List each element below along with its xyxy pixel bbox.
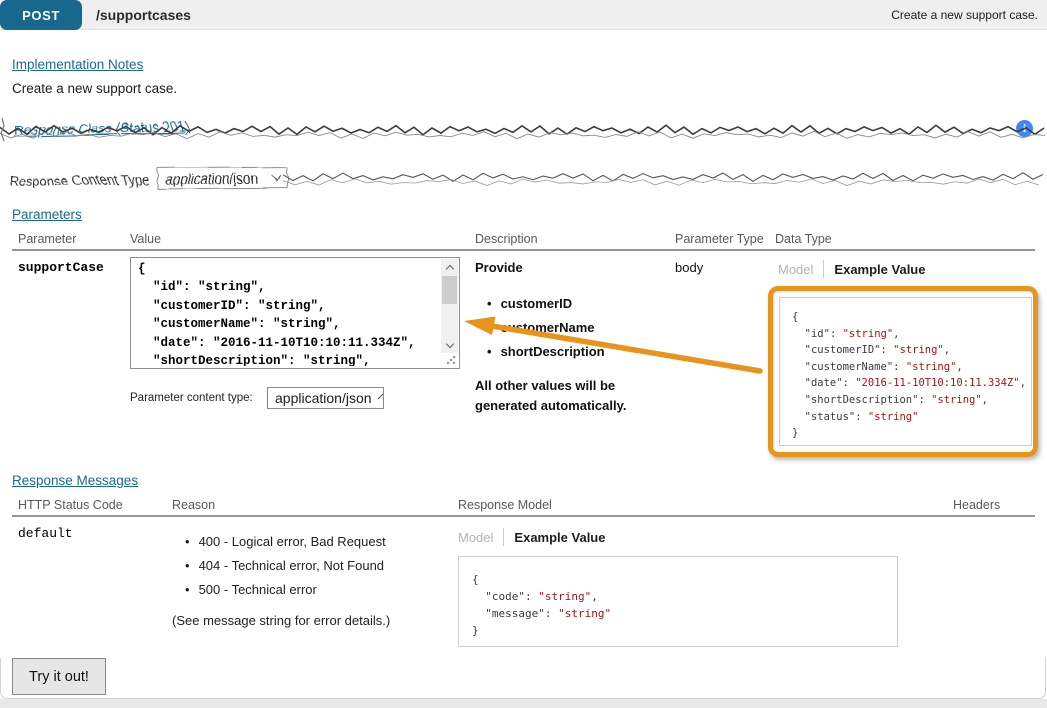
response-class-link[interactable]: Response Class (Status 201) [14,119,190,137]
parameter-type-value: body [675,260,703,275]
description-bullet: • shortDescription [487,344,605,359]
parameter-name-supportcase: supportCase [18,260,104,275]
operation-summary: Create a new support case. [891,8,1038,22]
endpoint-path[interactable]: /supportcases [96,7,191,23]
supportcase-value-text: { "id": "string", "customerID": "string"… [138,260,439,366]
reason-note: (See message string for error details.) [172,613,390,628]
col-data-type: Data Type [775,232,832,246]
bullet-icon: • [185,558,190,573]
resize-grip-icon[interactable] [446,355,456,365]
textarea-scrollbar[interactable] [441,259,458,353]
response-model-json-box: { "code": "string", "message": "string"} [458,556,898,647]
reason-item: • 404 - Technical error, Not Found [185,558,384,573]
scroll-down-icon[interactable] [441,337,458,353]
swagger-operation-page: POST /supportcases Create a new support … [0,0,1047,708]
response-messages-link[interactable]: Response Messages [12,473,138,488]
tab-example-value[interactable]: Example Value [834,262,925,277]
tab-example-value[interactable]: Example Value [514,530,605,545]
description-note: All other values will be generated autom… [475,376,645,416]
http-method-badge[interactable]: POST [0,0,82,30]
page-footer [0,699,1047,708]
response-model-tabs: Model Example Value [458,528,605,546]
params-header-rule [12,249,1035,251]
implementation-notes-text: Create a new support case. [12,81,177,96]
parameters-link[interactable]: Parameters [12,207,82,222]
chevron-down-icon [377,393,383,399]
col-reason: Reason [172,498,215,512]
example-value-json-box: { "id": "string", "customerID": "string"… [779,297,1032,446]
parameter-content-type-select[interactable]: application/json [267,387,384,409]
parameter-content-type-value: application/json [275,390,372,406]
reason-item: • 400 - Logical error, Bad Request [185,534,386,549]
description-intro: Provide [475,260,523,275]
data-type-tabs: Model Example Value [778,260,925,278]
chevron-down-icon [272,171,282,181]
description-bullet: • customerID [487,296,572,311]
tab-model[interactable]: Model [778,262,813,277]
status-code-default: default [18,526,73,541]
scroll-up-icon[interactable] [441,259,458,275]
tab-divider [823,260,824,278]
bullet-icon: • [487,321,492,335]
bullet-icon: • [487,345,492,359]
bullet-icon: • [185,582,190,597]
response-content-type-label: Response Content Type [10,171,149,187]
try-it-out-button[interactable]: Try it out! [12,658,106,695]
reason-item: • 500 - Technical error [185,582,317,597]
col-http-status-code: HTTP Status Code [18,498,123,512]
response-content-type-value: application/json [165,170,258,186]
implementation-notes-link[interactable]: Implementation Notes [12,57,143,72]
info-icon: i [1016,120,1033,137]
content-panel-edge [0,658,1046,699]
col-description: Description [475,232,538,246]
col-parameter-type: Parameter Type [675,232,764,246]
parameter-content-type-label: Parameter content type: [130,392,253,404]
bullet-icon: • [185,534,190,549]
col-headers: Headers [953,498,1000,512]
col-value: Value [130,232,161,246]
bullet-icon: • [487,297,492,311]
scrollbar-thumb[interactable] [442,276,457,304]
col-response-model: Response Model [458,498,552,512]
tab-divider [503,528,504,546]
col-parameter: Parameter [18,232,76,246]
respmsg-header-rule [12,515,1035,517]
response-content-type-select[interactable]: application/json [157,167,288,190]
supportcase-value-textarea[interactable]: { "id": "string", "customerID": "string"… [130,257,460,369]
response-content-type-row: Response Content Type application/json [10,165,289,194]
tab-model[interactable]: Model [458,530,493,545]
description-bullet: • customerName [487,320,595,335]
